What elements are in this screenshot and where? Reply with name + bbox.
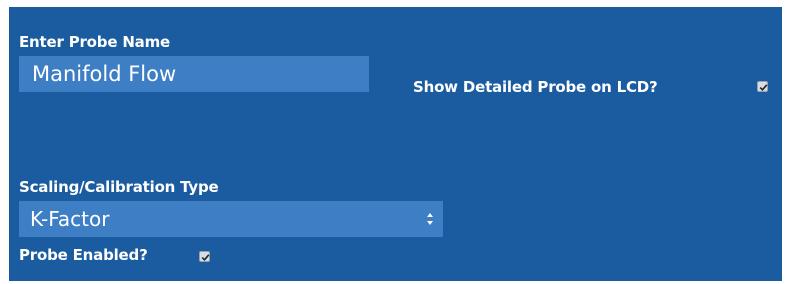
scaling-type-value: K-Factor xyxy=(30,207,110,231)
probe-name-label: Enter Probe Name xyxy=(19,33,170,51)
scaling-type-label: Scaling/Calibration Type xyxy=(19,178,219,196)
probe-name-input[interactable]: Manifold Flow xyxy=(19,56,369,92)
probe-settings-panel: Enter Probe Name Manifold Flow Show Deta… xyxy=(9,7,782,281)
scaling-type-select[interactable]: K-Factor xyxy=(19,201,443,237)
show-detailed-label: Show Detailed Probe on LCD? xyxy=(413,78,658,96)
select-arrows-icon xyxy=(427,213,433,225)
probe-enabled-label: Probe Enabled? xyxy=(19,246,148,264)
probe-enabled-checkbox[interactable] xyxy=(199,251,210,262)
checkmark-icon xyxy=(759,84,768,91)
show-detailed-checkbox[interactable] xyxy=(757,81,768,92)
checkmark-icon xyxy=(201,254,210,261)
